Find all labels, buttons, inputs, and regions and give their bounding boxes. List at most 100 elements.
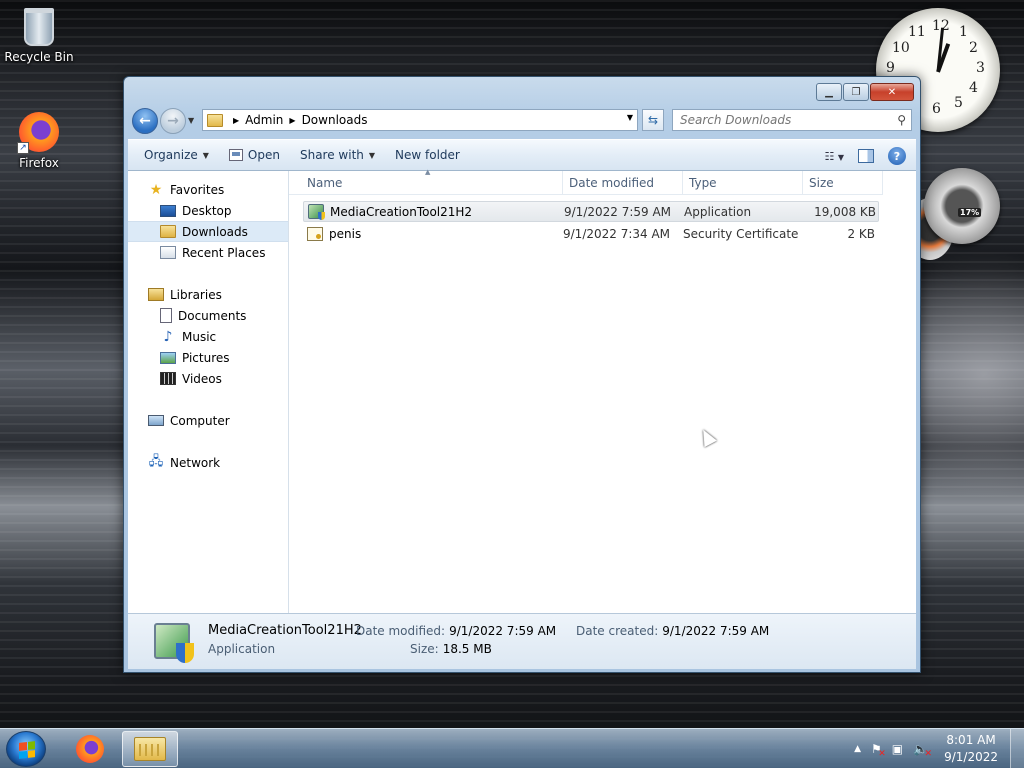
application-icon bbox=[308, 204, 325, 220]
clock-number: 6 bbox=[932, 101, 941, 117]
refresh-button[interactable]: ⇆ bbox=[642, 109, 664, 131]
column-header-name[interactable]: ▲ Name bbox=[289, 168, 563, 195]
nav-pictures[interactable]: Pictures bbox=[128, 347, 288, 368]
network-icon: 🖧 bbox=[148, 453, 164, 469]
nav-documents[interactable]: Documents bbox=[128, 305, 288, 326]
column-label: Size bbox=[809, 176, 834, 190]
clock-number: 4 bbox=[969, 80, 978, 96]
firefox-icon bbox=[76, 735, 104, 763]
minimize-icon: ▁ bbox=[825, 86, 833, 98]
maximize-button[interactable]: ❐ bbox=[843, 83, 869, 101]
recent-places-icon bbox=[160, 246, 176, 259]
show-desktop-button[interactable] bbox=[1010, 729, 1024, 768]
nav-label: Favorites bbox=[170, 182, 225, 197]
taskbar-firefox[interactable] bbox=[62, 731, 118, 767]
address-bar[interactable]: ▶ Admin ▶ Downloads ▼ bbox=[202, 109, 638, 131]
nav-videos[interactable]: Videos bbox=[128, 368, 288, 389]
organize-button[interactable]: Organize ▼ bbox=[128, 142, 219, 168]
navigation-bar: ← → ▼ ▶ Admin ▶ Downloads ▼ ⇆ ⚲ bbox=[132, 107, 916, 135]
search-icon[interactable]: ⚲ bbox=[897, 113, 906, 127]
file-name: penis bbox=[329, 226, 362, 241]
help-button[interactable]: ? bbox=[888, 147, 906, 165]
libraries-icon bbox=[148, 288, 164, 301]
column-header-date-modified[interactable]: Date modified bbox=[563, 171, 683, 195]
nav-computer[interactable]: Computer bbox=[128, 410, 288, 431]
new-folder-button[interactable]: New folder bbox=[385, 142, 470, 168]
nav-desktop[interactable]: Desktop bbox=[128, 200, 288, 221]
nav-network[interactable]: 🖧 Network bbox=[128, 452, 288, 473]
share-with-button[interactable]: Share with ▼ bbox=[290, 142, 385, 168]
breadcrumb-downloads[interactable]: Downloads bbox=[302, 113, 368, 127]
desktop-icon bbox=[160, 204, 176, 217]
open-icon bbox=[228, 149, 243, 161]
command-bar: Organize ▼ Open Share with ▼ New folder … bbox=[128, 139, 916, 171]
nav-favorites[interactable]: ★ Favorites bbox=[128, 179, 288, 200]
file-list[interactable]: ▲ Name Date modified Type Size MediaCrea… bbox=[289, 168, 916, 613]
back-button[interactable]: ← bbox=[132, 108, 158, 134]
search-box[interactable]: ⚲ bbox=[672, 109, 912, 131]
nav-downloads[interactable]: Downloads bbox=[128, 221, 288, 242]
recent-pages-dropdown[interactable]: ▼ bbox=[188, 116, 194, 125]
address-dropdown-icon[interactable]: ▼ bbox=[627, 113, 633, 122]
show-hidden-icons-button[interactable]: ▲ bbox=[854, 744, 861, 754]
breadcrumb-admin[interactable]: Admin bbox=[245, 113, 283, 127]
nav-music[interactable]: ♪ Music bbox=[128, 326, 288, 347]
desktop-icon-recycle-bin[interactable]: Recycle Bin bbox=[1, 8, 77, 64]
documents-icon bbox=[160, 308, 172, 323]
field-value: 18.5 MB bbox=[442, 642, 492, 656]
column-headers: ▲ Name Date modified Type Size bbox=[289, 168, 883, 195]
chevron-down-icon: ▼ bbox=[368, 150, 376, 160]
windows-logo-icon bbox=[19, 741, 35, 759]
column-header-type[interactable]: Type bbox=[683, 171, 803, 195]
details-date-modified: Date modified: 9/1/2022 7:59 AM bbox=[356, 624, 556, 638]
meter-percent-label: 17% bbox=[958, 208, 982, 217]
nav-label: Recent Places bbox=[182, 245, 266, 260]
volume-muted-icon[interactable]: 🔈 ✕ bbox=[913, 742, 932, 759]
field-label: Size: bbox=[410, 642, 439, 656]
recycle-bin-icon bbox=[24, 8, 54, 46]
start-button[interactable] bbox=[6, 731, 46, 767]
file-row-mediacreationtool[interactable]: MediaCreationTool21H2 9/1/2022 7:59 AM A… bbox=[303, 201, 879, 222]
downloads-folder-icon bbox=[160, 225, 176, 238]
network-status-icon[interactable]: ▣ bbox=[892, 742, 903, 756]
details-date-created: Date created: 9/1/2022 7:59 AM bbox=[576, 624, 769, 638]
nav-label: Downloads bbox=[182, 224, 248, 239]
taskbar-clock[interactable]: 8:01 AM 9/1/2022 bbox=[944, 732, 998, 766]
nav-libraries[interactable]: Libraries bbox=[128, 284, 288, 305]
file-row-certificate[interactable]: penis 9/1/2022 7:34 AM Security Certific… bbox=[303, 223, 879, 244]
share-with-label: Share with bbox=[299, 148, 364, 162]
action-center-icon[interactable]: ⚑ ✕ bbox=[871, 742, 886, 759]
nav-label: Libraries bbox=[170, 287, 222, 302]
desktop-icon-firefox[interactable]: ↗ Firefox bbox=[1, 112, 77, 170]
preview-pane-button[interactable] bbox=[858, 149, 874, 163]
details-pane: MediaCreationTool21H2 Application Date m… bbox=[128, 613, 916, 669]
explorer-window[interactable]: ▁ ❐ ✕ ← → ▼ ▶ Admin ▶ Downloads ▼ ⇆ ⚲ Or… bbox=[123, 76, 921, 673]
memory-meter-gadget[interactable] bbox=[924, 168, 1000, 244]
open-button[interactable]: Open bbox=[219, 142, 290, 168]
forward-button[interactable]: → bbox=[160, 108, 186, 134]
column-header-size[interactable]: Size bbox=[803, 171, 883, 195]
nav-recent-places[interactable]: Recent Places bbox=[128, 242, 288, 263]
search-input[interactable] bbox=[680, 113, 880, 127]
nav-label: Desktop bbox=[182, 203, 232, 218]
refresh-icon: ⇆ bbox=[647, 113, 659, 127]
taskbar-explorer[interactable] bbox=[122, 731, 178, 767]
clock-time: 8:01 AM bbox=[946, 733, 996, 747]
clock-number: 1 bbox=[959, 24, 968, 40]
file-size: 19,008 KB bbox=[814, 204, 876, 219]
desktop-icon-label: Firefox bbox=[19, 156, 59, 170]
help-icon: ? bbox=[893, 149, 901, 163]
minimize-button[interactable]: ▁ bbox=[816, 83, 842, 101]
breadcrumb-chevron-icon[interactable]: ▶ bbox=[289, 116, 295, 125]
clock-number: 10 bbox=[892, 40, 910, 56]
close-icon: ✕ bbox=[887, 86, 897, 98]
close-button[interactable]: ✕ bbox=[870, 83, 914, 101]
details-view-icon: ☷ bbox=[824, 149, 835, 163]
details-file-type: Application bbox=[208, 642, 276, 656]
chevron-down-icon: ▼ bbox=[837, 152, 844, 162]
navigation-pane[interactable]: ★ Favorites Desktop Downloads Recent Pla… bbox=[128, 171, 289, 613]
clock-number: 5 bbox=[954, 95, 963, 111]
change-view-button[interactable]: ☷ ▼ bbox=[824, 150, 844, 163]
breadcrumb-chevron-icon[interactable]: ▶ bbox=[233, 116, 239, 125]
open-label: Open bbox=[247, 148, 280, 162]
